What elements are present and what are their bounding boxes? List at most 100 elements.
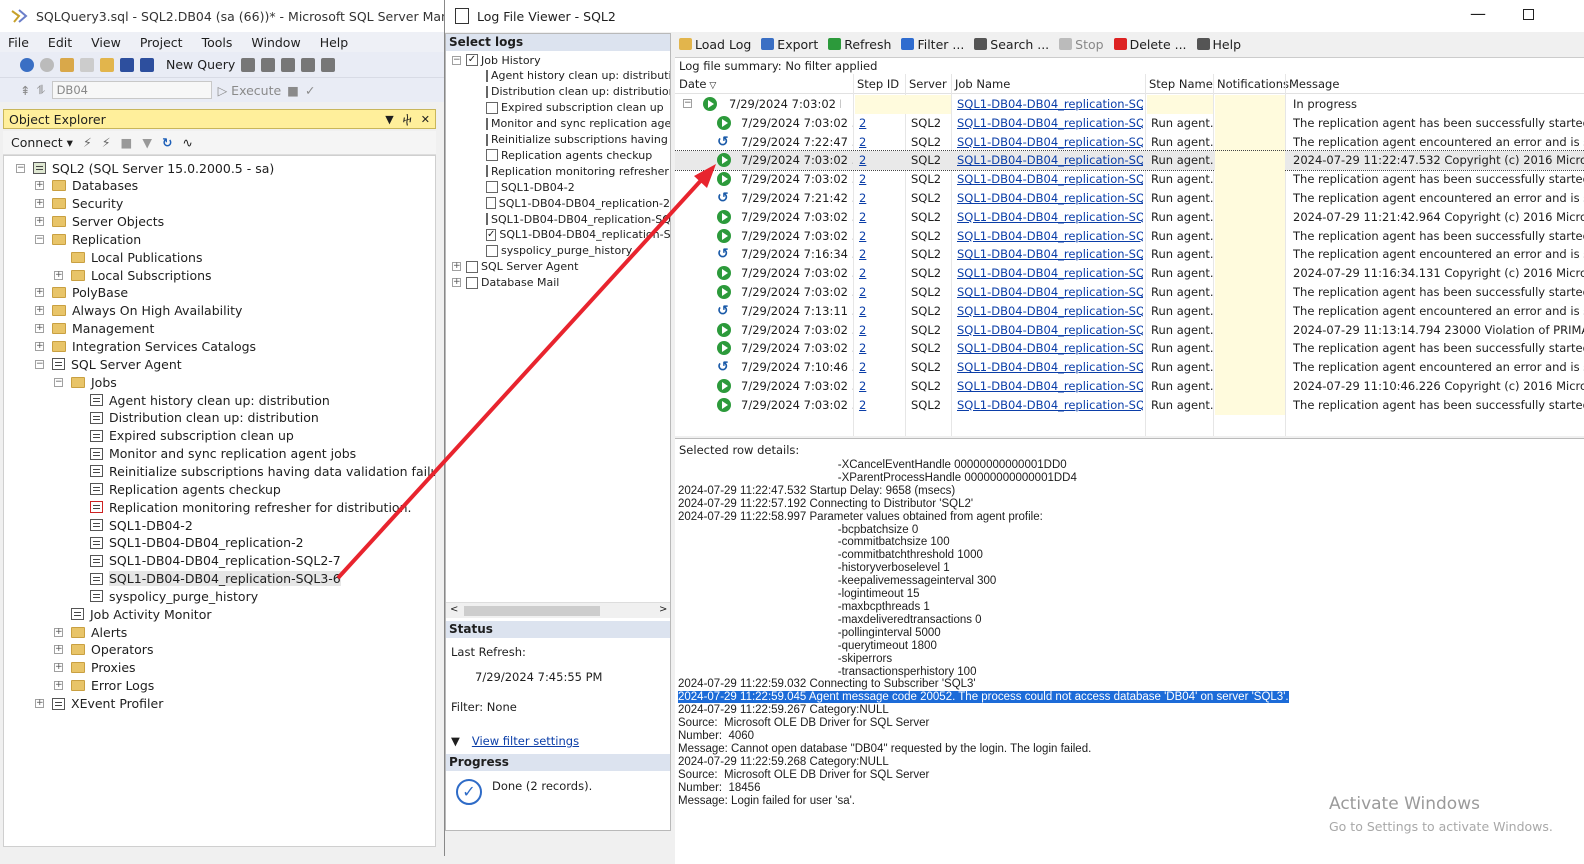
column-header[interactable]: Server	[909, 77, 947, 91]
pin-panel-icon[interactable]: ⴕ	[403, 113, 412, 126]
log-row[interactable]: 7/29/2024 7:03:02 ... 2 SQL2 SQL1-DB04-DB04…	[675, 150, 1584, 172]
cell-job[interactable]: SQL1-DB04-DB04_replication-SQL3-6	[957, 360, 1143, 374]
cell-step[interactable]: 2	[859, 398, 899, 412]
cell-step[interactable]: 2	[859, 360, 899, 374]
log-row[interactable]: 7/29/2024 7:03:02 ... 2 SQL2 SQL1-DB04-DB04…	[675, 264, 1584, 283]
stop-icon[interactable]: ■	[287, 83, 299, 98]
log-row[interactable]: 7/29/2024 7:03:02 ... 2 SQL2 SQL1-DB04-DB04…	[675, 226, 1584, 246]
expand-icon[interactable]: +	[54, 681, 63, 691]
cell-step[interactable]: 2	[859, 247, 899, 261]
logs-horizontal-scrollbar[interactable]: < >	[446, 602, 670, 618]
log-checkbox[interactable]	[486, 149, 498, 162]
cell-job[interactable]: SQL1-DB04-DB04_replication-SQL3-6	[957, 172, 1143, 186]
expand-icon[interactable]: +	[54, 645, 63, 655]
tree-item[interactable]: + XEvent Profiler	[35, 695, 163, 713]
log-row[interactable]: 7/29/2024 7:03:02 ... 2 SQL2 SQL1-DB04-DB04…	[675, 170, 1584, 189]
tree-item[interactable]: + Integration Services Catalogs	[35, 338, 256, 356]
log-item[interactable]: Reinitialize subscriptions having data	[486, 132, 670, 148]
tree-item[interactable]: + Server Objects	[35, 213, 164, 231]
tree-item[interactable]: + Error Logs	[54, 677, 154, 695]
expand-icon[interactable]: +	[35, 324, 44, 334]
menu-project[interactable]: Project	[132, 35, 194, 50]
log-row[interactable]: 7/29/2024 7:03:02 ... 2 SQL2 SQL1-DB04-DB04…	[675, 320, 1584, 340]
close-icon[interactable]: ✕	[421, 113, 430, 126]
filter-button[interactable]: Filter ...	[901, 37, 964, 52]
collapse-icon[interactable]: −	[452, 55, 461, 65]
log-item[interactable]: SQL1-DB04-DB04_replication-2	[486, 195, 670, 211]
log-checkbox[interactable]	[466, 276, 478, 289]
query-dmx-icon[interactable]	[281, 57, 296, 72]
dropdown-icon[interactable]: ▼	[385, 113, 393, 126]
refresh-icon[interactable]: ↻	[162, 135, 172, 150]
menu-help[interactable]: Help	[312, 35, 360, 50]
cell-job[interactable]: SQL1-DB04-DB04_replication-SQL3-6	[957, 266, 1143, 280]
tree-item[interactable]: + Local Subscriptions	[54, 266, 212, 284]
cell-step[interactable]: 2	[859, 172, 899, 186]
query-xmla-icon[interactable]	[301, 57, 316, 72]
query-mdx-icon[interactable]	[261, 57, 276, 72]
new-project-icon[interactable]	[60, 57, 74, 72]
tree-item[interactable]: Expired subscription clean up	[73, 427, 294, 445]
log-checkbox[interactable]	[486, 213, 488, 225]
cell-step[interactable]: 2	[859, 285, 899, 299]
cell-step[interactable]: 2	[859, 341, 899, 355]
stop-button[interactable]: Stop	[1059, 37, 1104, 52]
cell-job[interactable]: SQL1-DB04-DB04_replication-SQL3-6	[957, 398, 1143, 412]
log-checkbox[interactable]	[486, 165, 488, 178]
filter-icon[interactable]: ▼	[142, 135, 152, 150]
cell-step[interactable]: 2	[859, 304, 899, 318]
cell-job[interactable]: SQL1-DB04-DB04_replication-SQL3-6	[957, 229, 1143, 243]
tree-item[interactable]: + Security	[35, 195, 123, 213]
tree-item[interactable]: Agent history clean up: distribution	[73, 391, 330, 409]
cell-step[interactable]: 2	[859, 266, 899, 280]
menu-edit[interactable]: Edit	[40, 35, 83, 50]
menu-file[interactable]: File	[0, 35, 40, 50]
disconnect-icon[interactable]: ⚡	[102, 135, 111, 150]
log-checkbox[interactable]	[486, 133, 488, 146]
tree-item[interactable]: SQL1-DB04-DB04_replication-2	[73, 534, 304, 552]
parse-icon[interactable]: ✓	[305, 83, 315, 98]
expand-icon[interactable]: +	[452, 262, 461, 272]
tree-item[interactable]: + Proxies	[54, 659, 136, 677]
search-button[interactable]: Search ...	[974, 37, 1049, 52]
scroll-right-icon[interactable]: >	[659, 604, 667, 615]
scroll-left-icon[interactable]: <	[450, 604, 458, 615]
log-row[interactable]: − 7/29/2024 7:03:02 PM SQL1-DB04-DB04_repl…	[675, 95, 1584, 114]
tree-item[interactable]: − Jobs	[54, 373, 117, 391]
tree-item[interactable]: Reinitialize subscriptions having data v…	[73, 462, 435, 480]
column-header[interactable]: Job Name	[955, 77, 1010, 91]
minimize-button[interactable]: —	[1470, 4, 1486, 23]
log-row[interactable]: 7/29/2024 7:03:02 ... 2 SQL2 SQL1-DB04-DB04…	[675, 207, 1584, 227]
tree-item[interactable]: − Replication	[35, 230, 141, 248]
pin-icon[interactable]: ⇞	[20, 83, 30, 98]
tree-item[interactable]: + PolyBase	[35, 284, 128, 302]
column-header[interactable]: Date ▽	[679, 77, 716, 91]
collapse-icon[interactable]: −	[35, 234, 44, 244]
tree-item[interactable]: Local Publications	[54, 248, 202, 266]
cell-job[interactable]: SQL1-DB04-DB04_replication-SQL3-6	[957, 116, 1143, 130]
cell-job[interactable]: SQL1-DB04-DB04_replication-SQL3-6	[957, 247, 1143, 261]
cell-step[interactable]: 2	[859, 191, 899, 205]
cell-step[interactable]: 2	[859, 210, 899, 224]
log-item[interactable]: − ✓ Job History	[452, 52, 668, 68]
log-item[interactable]: Expired subscription clean up	[486, 100, 670, 116]
cell-job[interactable]: SQL1-DB04-DB04_replication-SQL3-6	[957, 210, 1143, 224]
log-checkbox[interactable]	[486, 101, 498, 114]
tree-item[interactable]: syspolicy_purge_history	[73, 587, 258, 605]
log-item[interactable]: Monitor and sync replication agent jo	[486, 116, 670, 132]
cell-job[interactable]: SQL1-DB04-DB04_replication-SQL3-6	[957, 97, 1143, 111]
log-checkbox[interactable]	[486, 181, 498, 194]
expand-icon[interactable]: +	[35, 699, 44, 708]
add-item-icon[interactable]	[80, 57, 94, 72]
log-checkbox[interactable]	[486, 69, 488, 82]
cell-job[interactable]: SQL1-DB04-DB04_replication-SQL3-6	[957, 323, 1143, 337]
log-item[interactable]: + Database Mail	[452, 275, 668, 291]
expand-icon[interactable]: +	[452, 278, 461, 288]
log-item[interactable]: Replication monitoring refresher for d	[486, 163, 670, 179]
help-button[interactable]: Help	[1196, 37, 1241, 52]
expand-icon[interactable]: +	[35, 306, 44, 316]
log-row[interactable]: 7/29/2024 7:03:02 ... 2 SQL2 SQL1-DB04-DB04…	[675, 283, 1584, 302]
log-item[interactable]: Replication agents checkup	[486, 147, 670, 163]
expand-icon[interactable]: +	[35, 217, 44, 227]
cell-job[interactable]: SQL1-DB04-DB04_replication-SQL3-6	[957, 153, 1143, 167]
